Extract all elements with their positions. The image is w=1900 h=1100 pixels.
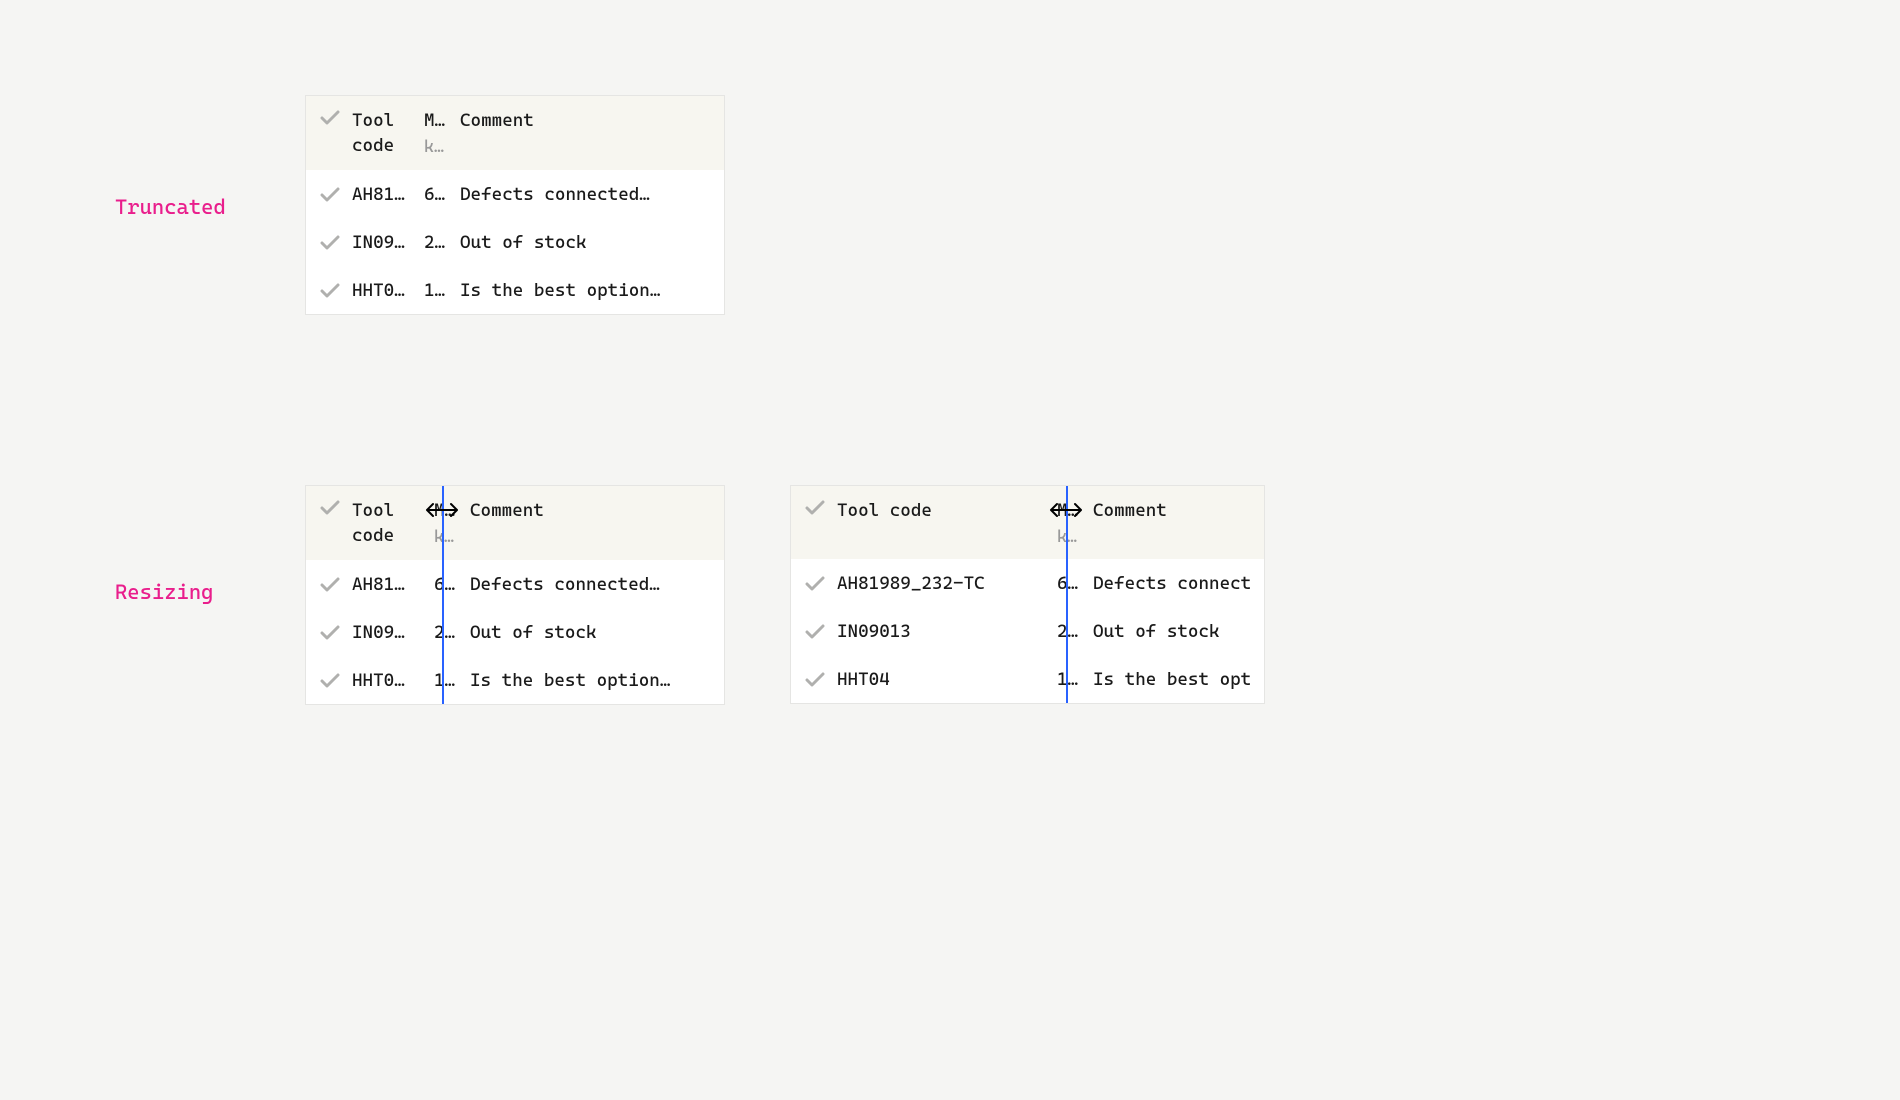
row-checkbox[interactable] bbox=[805, 574, 837, 592]
check-icon bbox=[805, 500, 825, 516]
check-icon bbox=[320, 673, 340, 689]
header-checkbox-col[interactable] bbox=[320, 498, 352, 516]
table-row: AH81989_232-TC 6… Defects connected… bbox=[791, 559, 1264, 607]
cell-mk: 2… bbox=[1047, 621, 1093, 642]
label-resizing: Resizing bbox=[115, 580, 213, 604]
cell-tool-code: AH81… bbox=[352, 574, 424, 595]
column-resize-indicator bbox=[1066, 486, 1068, 703]
table-resizing-wide: Tool code M… k… Comment AH81989_232-TC 6… bbox=[790, 485, 1265, 704]
header-tool-code[interactable]: Tool code bbox=[837, 498, 1047, 523]
table-resizing-narrow: Tool code M… k… Comment AH81… 6… Defects… bbox=[305, 485, 725, 705]
row-checkbox[interactable] bbox=[805, 670, 837, 688]
cell-comment: Is the best option… bbox=[1093, 669, 1250, 690]
cell-comment: Defects connected… bbox=[1093, 573, 1250, 594]
cell-tool-code: IN09… bbox=[352, 232, 424, 253]
row-checkbox[interactable] bbox=[320, 233, 352, 251]
check-icon bbox=[320, 283, 340, 299]
check-icon bbox=[805, 624, 825, 640]
column-resize-indicator bbox=[442, 486, 444, 704]
table-row: HHT04 1… Is the best option… bbox=[791, 655, 1264, 703]
row-checkbox[interactable] bbox=[320, 671, 352, 689]
header-mk[interactable]: M… k… bbox=[424, 108, 460, 157]
row-checkbox[interactable] bbox=[320, 623, 352, 641]
row-checkbox[interactable] bbox=[320, 185, 352, 203]
table-row: AH81… 6… Defects connected… bbox=[306, 560, 724, 608]
label-truncated: Truncated bbox=[115, 195, 226, 219]
header-checkbox-col[interactable] bbox=[805, 498, 837, 516]
header-tool-code[interactable]: Tool code bbox=[352, 108, 424, 158]
cell-mk: 6… bbox=[1047, 573, 1093, 594]
cell-tool-code: HHT04 bbox=[837, 669, 1047, 690]
cell-tool-code: AH81… bbox=[352, 184, 424, 205]
header-tool-code[interactable]: Tool code bbox=[352, 498, 424, 548]
header-comment[interactable]: Comment bbox=[1093, 498, 1250, 523]
check-icon bbox=[320, 577, 340, 593]
cell-tool-code: AH81989_232-TC bbox=[837, 573, 1047, 594]
table-header-row: Tool code M… k… Comment bbox=[306, 96, 724, 170]
cell-comment: Defects connected… bbox=[460, 184, 710, 205]
header-comment[interactable]: Comment bbox=[470, 498, 710, 523]
row-checkbox[interactable] bbox=[320, 575, 352, 593]
cell-comment: Is the best option… bbox=[470, 670, 710, 691]
check-icon bbox=[805, 576, 825, 592]
cell-mk: 2… bbox=[424, 622, 470, 643]
check-icon bbox=[805, 672, 825, 688]
cell-tool-code: IN09013 bbox=[837, 621, 1047, 642]
cell-comment: Out of stock bbox=[1093, 621, 1250, 642]
check-icon bbox=[320, 110, 340, 126]
column-resize-handle[interactable] bbox=[425, 502, 459, 518]
table-header-row: Tool code M… k… Comment bbox=[306, 486, 724, 560]
cell-tool-code: HHT0… bbox=[352, 280, 424, 301]
check-icon bbox=[320, 235, 340, 251]
cell-comment: Out of stock bbox=[470, 622, 710, 643]
cell-mk: 2… bbox=[424, 232, 460, 253]
header-checkbox-col[interactable] bbox=[320, 108, 352, 126]
cell-mk: 1… bbox=[424, 670, 470, 691]
table-truncated: Tool code M… k… Comment AH81… 6… Defects… bbox=[305, 95, 725, 315]
column-resize-handle[interactable] bbox=[1049, 502, 1083, 518]
cell-comment: Defects connected… bbox=[470, 574, 710, 595]
cell-mk: 1… bbox=[1047, 669, 1093, 690]
table-row: AH81… 6… Defects connected… bbox=[306, 170, 724, 218]
cell-mk: 6… bbox=[424, 574, 470, 595]
table-row: HHT0… 1… Is the best option… bbox=[306, 656, 724, 704]
cell-tool-code: HHT0… bbox=[352, 670, 424, 691]
row-checkbox[interactable] bbox=[320, 281, 352, 299]
check-icon bbox=[320, 500, 340, 516]
table-header-row: Tool code M… k… Comment bbox=[791, 486, 1264, 559]
check-icon bbox=[320, 625, 340, 641]
cell-tool-code: IN09… bbox=[352, 622, 424, 643]
header-comment[interactable]: Comment bbox=[460, 108, 710, 133]
cell-comment: Out of stock bbox=[460, 232, 710, 253]
resize-arrows-icon bbox=[1049, 502, 1083, 518]
cell-mk: 6… bbox=[424, 184, 460, 205]
table-row: HHT0… 1… Is the best option… bbox=[306, 266, 724, 314]
cell-mk: 1… bbox=[424, 280, 460, 301]
table-row: IN09… 2… Out of stock bbox=[306, 218, 724, 266]
table-row: IN09013 2… Out of stock bbox=[791, 607, 1264, 655]
table-row: IN09… 2… Out of stock bbox=[306, 608, 724, 656]
row-checkbox[interactable] bbox=[805, 622, 837, 640]
resize-arrows-icon bbox=[425, 502, 459, 518]
cell-comment: Is the best option… bbox=[460, 280, 710, 301]
check-icon bbox=[320, 187, 340, 203]
